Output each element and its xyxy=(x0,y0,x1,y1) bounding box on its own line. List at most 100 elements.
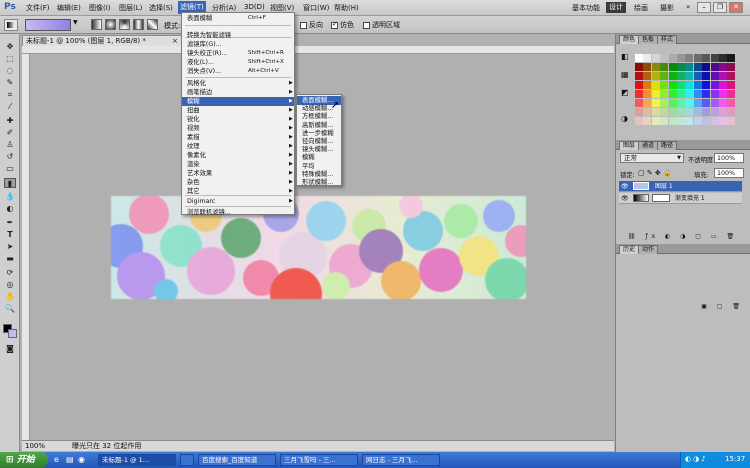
color-swatch[interactable] xyxy=(677,108,685,116)
adjustments-icon[interactable]: ◑ xyxy=(621,114,628,123)
color-swatch[interactable] xyxy=(719,72,727,80)
taskbar-item-3[interactable]: 三月飞雪吗 - 三... xyxy=(280,454,358,466)
color-swatch[interactable] xyxy=(643,81,652,89)
lock-icons[interactable]: ▢ ✎ ✥ 🔒 xyxy=(638,169,672,177)
tool-preset-picker[interactable] xyxy=(4,19,18,31)
color-swatch[interactable] xyxy=(643,117,652,125)
tab-swatches[interactable]: 色板 xyxy=(638,35,659,44)
workspace-essentials[interactable]: 基本功能 xyxy=(572,3,600,13)
color-swatch[interactable] xyxy=(660,54,669,62)
color-swatch[interactable] xyxy=(702,54,711,62)
tab-color[interactable]: 颜色 xyxy=(619,35,640,44)
color-swatch[interactable] xyxy=(727,99,736,107)
zoom-tool-icon[interactable]: 🔍 xyxy=(4,304,16,314)
lasso-tool-icon[interactable]: ◌ xyxy=(4,66,16,76)
color-swatch[interactable] xyxy=(635,108,643,116)
color-swatch[interactable] xyxy=(702,81,711,89)
color-swatch[interactable] xyxy=(693,90,702,98)
menu-window[interactable]: 窗口(W) xyxy=(303,3,329,13)
close-icon[interactable]: × xyxy=(172,36,178,46)
filter-menu-item[interactable]: 浏览联机滤镜... xyxy=(182,208,294,217)
menu-help[interactable]: 帮助(H) xyxy=(334,3,359,13)
color-swatch[interactable] xyxy=(710,54,719,62)
reverse-checkbox[interactable] xyxy=(300,21,307,29)
color-swatch[interactable] xyxy=(685,90,694,98)
color-swatch[interactable] xyxy=(685,72,694,80)
color-swatch[interactable] xyxy=(635,117,643,125)
reverse-option[interactable]: 反向 xyxy=(300,20,323,30)
color-swatch[interactable] xyxy=(677,54,685,62)
color-swatch[interactable] xyxy=(710,81,719,89)
color-swatch[interactable] xyxy=(651,81,660,89)
angle-gradient-button[interactable] xyxy=(119,19,130,30)
3d-orbit-tool-icon[interactable]: ◎ xyxy=(4,280,16,290)
document-tab[interactable]: 未标题-1 @ 100% (图层 1, RGB/8) * × xyxy=(22,35,182,46)
color-swatch[interactable] xyxy=(643,90,652,98)
color-swatch[interactable] xyxy=(719,108,727,116)
tab-channels[interactable]: 通道 xyxy=(638,141,659,150)
color-swatch[interactable] xyxy=(710,108,719,116)
color-swatch[interactable] xyxy=(660,117,669,125)
menu-image[interactable]: 图像(I) xyxy=(89,3,111,13)
color-swatch[interactable] xyxy=(719,81,727,89)
filter-menu-item[interactable]: 扭曲 ▶ xyxy=(182,106,294,115)
color-swatch[interactable] xyxy=(710,117,719,125)
filter-menu-item[interactable]: 滤镜库(G)... xyxy=(182,40,294,49)
history-panel-footer[interactable]: ▣ ▢ 🗑 xyxy=(616,302,750,311)
pen-tool-icon[interactable]: ✒ xyxy=(4,218,16,228)
menu-layer[interactable]: 图层(L) xyxy=(119,3,142,13)
shape-tool-icon[interactable]: ▬ xyxy=(4,254,16,264)
filter-menu-item[interactable]: 表面模糊 Ctrl+F xyxy=(182,14,294,23)
color-swatch[interactable] xyxy=(668,54,677,62)
swatch-grid[interactable] xyxy=(635,54,736,127)
workspace-painting[interactable]: 绘画 xyxy=(634,3,648,13)
color-swatch[interactable] xyxy=(668,117,677,125)
eraser-tool-icon[interactable]: ▭ xyxy=(4,164,16,174)
quick-mask-icon[interactable]: ◙ xyxy=(4,344,16,354)
color-swatch[interactable] xyxy=(660,108,669,116)
filter-menu-item[interactable]: 镜头校正(R)... Shift+Ctrl+R xyxy=(182,49,294,58)
color-swatch[interactable] xyxy=(719,63,727,71)
taskbar-item-4[interactable]: 网日志 - 三月飞... xyxy=(362,454,440,466)
start-button[interactable]: ⊞ 开始 xyxy=(0,452,48,468)
color-swatch[interactable] xyxy=(660,90,669,98)
color-swatch[interactable] xyxy=(643,63,652,71)
layer-row-selected[interactable]: 👁 图层 1 xyxy=(619,181,742,192)
color-swatch[interactable] xyxy=(710,63,719,71)
filter-menu-item[interactable]: 锐化 ▶ xyxy=(182,115,294,124)
color-swatch[interactable] xyxy=(693,117,702,125)
tab-layers[interactable]: 图层 xyxy=(619,141,640,150)
transparency-checkbox[interactable] xyxy=(363,21,370,29)
color-swatch[interactable] xyxy=(651,63,660,71)
color-swatch[interactable] xyxy=(668,108,677,116)
filter-menu-item[interactable]: 纹理 ▶ xyxy=(182,142,294,151)
color-swatch[interactable] xyxy=(727,117,736,125)
tray-icons[interactable]: ◐◑♪ xyxy=(685,455,708,463)
3d-rotate-tool-icon[interactable]: ⟳ xyxy=(4,268,16,278)
dodge-tool-icon[interactable]: ◐ xyxy=(4,204,16,214)
color-swatch[interactable] xyxy=(710,90,719,98)
color-swatch[interactable] xyxy=(668,81,677,89)
filter-menu-item[interactable]: 消失点(V)... Alt+Ctrl+V xyxy=(182,67,294,76)
color-swatch[interactable] xyxy=(685,108,694,116)
horizontal-ruler[interactable] xyxy=(22,46,614,54)
filter-menu-item[interactable]: 风格化 ▶ xyxy=(182,79,294,88)
color-swatch[interactable] xyxy=(635,90,643,98)
layer-row[interactable]: 👁 渐变填充 1 xyxy=(619,193,742,204)
color-swatch[interactable] xyxy=(693,54,702,62)
zoom-level[interactable]: 100% xyxy=(25,441,45,451)
move-tool-icon[interactable]: ✥ xyxy=(4,42,16,52)
filter-menu-item[interactable]: 渲染 ▶ xyxy=(182,160,294,169)
color-swatch[interactable] xyxy=(635,99,643,107)
color-swatch[interactable] xyxy=(651,72,660,80)
color-swatch[interactable] xyxy=(710,72,719,80)
color-swatch[interactable] xyxy=(643,99,652,107)
dither-checkbox[interactable] xyxy=(331,20,338,29)
color-swatch[interactable] xyxy=(643,108,652,116)
color-swatch[interactable] xyxy=(685,99,694,107)
color-swatch[interactable] xyxy=(710,99,719,107)
color-swatch[interactable] xyxy=(693,63,702,71)
tab-actions[interactable]: 动作 xyxy=(638,245,659,254)
color-swatch[interactable] xyxy=(651,108,660,116)
quick-launch-desktop-icon[interactable]: ▤ xyxy=(66,455,74,464)
